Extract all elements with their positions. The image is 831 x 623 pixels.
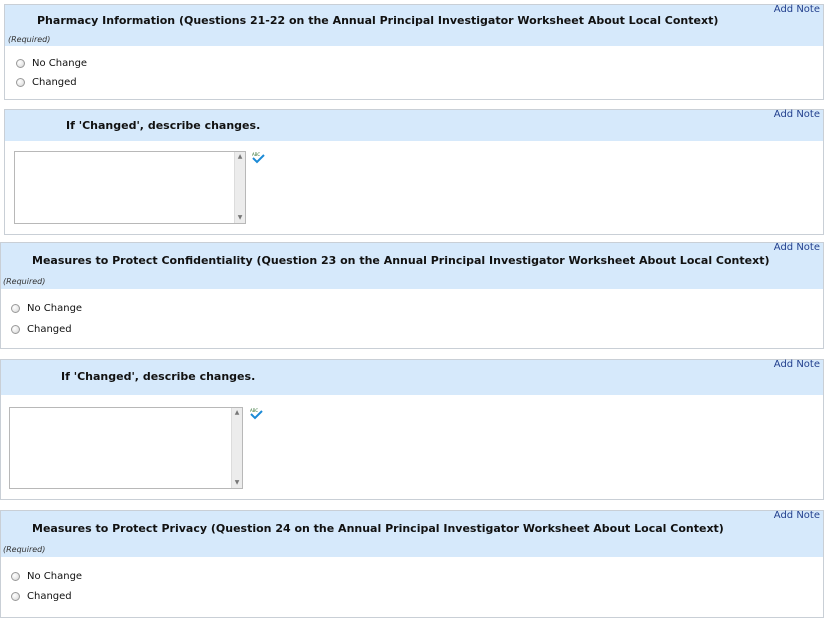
radio-label: No Change	[27, 571, 83, 582]
changes-textarea[interactable]: ▲ ▼	[9, 407, 243, 489]
radio-option-no-change[interactable]: No Change	[16, 58, 87, 69]
textarea-scrollbar[interactable]: ▲ ▼	[231, 408, 242, 488]
section-title: Pharmacy Information (Questions 21-22 on…	[37, 14, 719, 27]
radio-button[interactable]	[11, 304, 20, 313]
triangle-down-icon[interactable]: ▼	[235, 213, 245, 223]
radio-option-changed[interactable]: Changed	[11, 591, 72, 602]
pharmacy-information-section: Add Note Pharmacy Information (Questions…	[4, 4, 824, 100]
add-note-link[interactable]: Add Note	[774, 4, 820, 15]
radio-label: Changed	[32, 77, 77, 88]
radio-label: No Change	[27, 303, 83, 314]
radio-button[interactable]	[11, 325, 20, 334]
privacy-section: Add Note Measures to Protect Privacy (Qu…	[0, 510, 824, 618]
required-label: (Required)	[8, 35, 51, 44]
add-note-link[interactable]: Add Note	[774, 109, 820, 120]
describe-changes-section: Add Note If 'Changed', describe changes.…	[0, 359, 824, 500]
radio-button[interactable]	[16, 59, 25, 68]
radio-option-changed[interactable]: Changed	[11, 324, 72, 335]
textarea-scrollbar[interactable]: ▲ ▼	[234, 152, 245, 223]
radio-label: No Change	[32, 58, 88, 69]
triangle-up-icon[interactable]: ▲	[235, 152, 245, 162]
add-note-link[interactable]: Add Note	[774, 359, 820, 370]
required-label: (Required)	[3, 277, 46, 286]
triangle-up-icon[interactable]: ▲	[232, 408, 242, 418]
radio-button[interactable]	[11, 572, 20, 581]
describe-changes-section: Add Note If 'Changed', describe changes.…	[4, 109, 824, 235]
changes-textarea[interactable]: ▲ ▼	[14, 151, 246, 224]
radio-option-no-change[interactable]: No Change	[11, 303, 82, 314]
section-title: Measures to Protect Confidentiality (Que…	[32, 254, 770, 267]
radio-label: Changed	[27, 591, 72, 602]
radio-button[interactable]	[11, 592, 20, 601]
section-title: If 'Changed', describe changes.	[66, 119, 261, 132]
spell-check-icon[interactable]: ABC	[251, 152, 265, 164]
radio-label: Changed	[27, 324, 72, 335]
confidentiality-section: Add Note Measures to Protect Confidentia…	[0, 242, 824, 349]
radio-option-no-change[interactable]: No Change	[11, 571, 82, 582]
spell-check-icon[interactable]: ABC	[249, 408, 263, 420]
svg-text:ABC: ABC	[252, 152, 260, 157]
section-title: Measures to Protect Privacy (Question 24…	[32, 522, 724, 535]
svg-text:ABC: ABC	[250, 408, 258, 413]
required-label: (Required)	[3, 545, 46, 554]
radio-button[interactable]	[16, 78, 25, 87]
radio-option-changed[interactable]: Changed	[16, 77, 77, 88]
section-title: If 'Changed', describe changes.	[61, 370, 256, 383]
triangle-down-icon[interactable]: ▼	[232, 478, 242, 488]
add-note-link[interactable]: Add Note	[774, 510, 820, 521]
add-note-link[interactable]: Add Note	[774, 242, 820, 253]
